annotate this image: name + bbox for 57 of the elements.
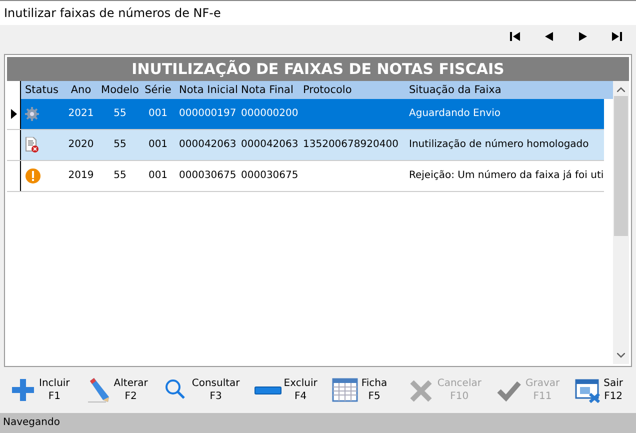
- minus-button[interactable]: Excluir F4: [248, 377, 322, 404]
- table-cell: 000030675: [241, 170, 298, 182]
- warning-icon: [25, 168, 41, 184]
- column-header[interactable]: Situação da Faixa: [405, 80, 601, 99]
- column-header[interactable]: Série: [141, 80, 175, 99]
- column-header[interactable]: Nota Inicial: [175, 80, 237, 99]
- column-header[interactable]: Modelo: [99, 80, 141, 99]
- table-cell: Inutilização de número homologado: [409, 139, 589, 150]
- row-indicator-header: [7, 80, 21, 99]
- plus-icon: [9, 377, 37, 404]
- next-icon: [578, 32, 588, 42]
- window-exit-icon: [574, 377, 602, 404]
- table-cell: 000000197: [179, 108, 236, 120]
- column-header[interactable]: Ano: [63, 80, 99, 99]
- scroll-up-icon[interactable]: [617, 86, 625, 92]
- table-row[interactable]: 2019 55 001 000030675 000030675 Rejeição: Um número da faixa já foi uti: [7, 160, 604, 192]
- table-cell: 000000200: [241, 108, 298, 120]
- skip-last-icon: [612, 32, 622, 42]
- status-bar: Navegando: [0, 413, 636, 433]
- document-error-icon: [25, 136, 39, 153]
- column-header[interactable]: Protocolo: [299, 80, 405, 99]
- table-cell: Aguardando Envio: [409, 108, 501, 120]
- table-cell: Rejeição: Um número da faixa já foi uti: [409, 170, 604, 182]
- grid-button[interactable]: Ficha F5: [326, 377, 392, 404]
- table-cell: 55: [114, 170, 126, 182]
- table-cell: 000042063: [179, 139, 236, 150]
- table-row[interactable]: 2021 55 001 000000197 000000200 Aguardando Envio: [7, 98, 604, 130]
- minus-icon: [254, 386, 282, 395]
- table-cell: 001: [148, 108, 168, 120]
- table-cell: 001: [148, 139, 168, 150]
- table-cell: 2021: [68, 108, 94, 120]
- grid-title: INUTILIZAÇÃO DE FAIXAS DE NOTAS FISCAIS: [7, 56, 629, 81]
- table-row[interactable]: 2020 55 001 000042063 000042063 135200678920400 Inutilização de número homologado: [7, 130, 604, 161]
- pencil-button[interactable]: Alterar F2: [78, 377, 153, 404]
- table-cell: 2020: [68, 139, 94, 150]
- row-indicator[interactable]: [7, 98, 21, 129]
- search-button[interactable]: Consultar F3: [156, 377, 245, 404]
- skip-first-icon: [510, 32, 520, 42]
- vertical-scrollbar[interactable]: [613, 80, 629, 364]
- column-header[interactable]: Nota Final: [237, 80, 299, 99]
- scroll-down-icon[interactable]: [617, 353, 625, 358]
- previous-icon: [544, 32, 554, 42]
- table-cell: 2019: [68, 170, 94, 182]
- table-cell: 55: [114, 108, 126, 120]
- column-header[interactable]: Status: [21, 80, 63, 99]
- row-pointer-icon: [10, 108, 16, 119]
- table-cell: 135200678920400: [303, 139, 398, 150]
- plus-button[interactable]: Incluir F1: [4, 377, 75, 404]
- exit-button[interactable]: Sair F12: [568, 377, 628, 404]
- table-cell: 001: [148, 170, 168, 182]
- table-cell: 000042063: [241, 139, 298, 150]
- row-indicator[interactable]: [7, 130, 21, 160]
- table-cell: 55: [114, 139, 126, 150]
- gear-icon: [25, 106, 39, 121]
- table-cell: 000030675: [179, 170, 236, 182]
- grid-icon: [331, 377, 360, 404]
- window-title: Inutilizar faixas de números de NF-e: [0, 0, 636, 25]
